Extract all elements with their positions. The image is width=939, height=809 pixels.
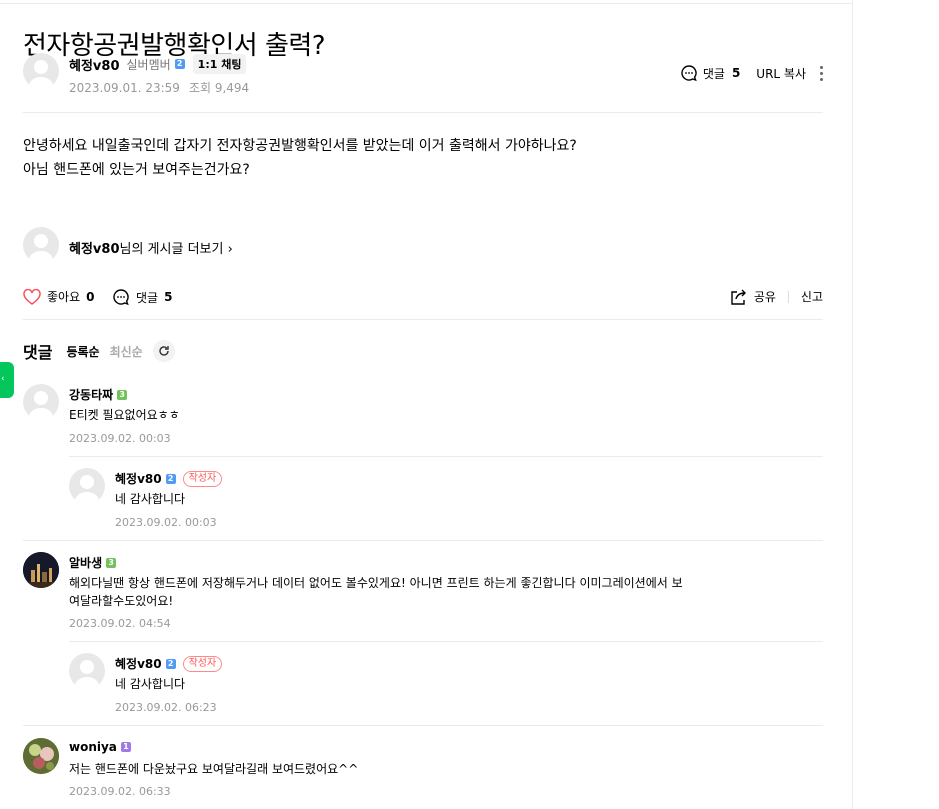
like-button[interactable]: 좋아요 0 (23, 288, 94, 305)
divider (23, 540, 823, 541)
comment-icon (681, 65, 697, 82)
comment-icon (113, 289, 129, 306)
actions-comment-count: 5 (164, 290, 173, 304)
level-badge: 2 (165, 473, 176, 484)
share-button[interactable]: 공유 (754, 288, 776, 305)
comment-date: 2023.09.02. 00:03 (69, 432, 171, 445)
default-avatar-icon (75, 475, 99, 504)
level-badge: 2 (165, 658, 176, 669)
commenter-name-row: 혜정v80 2 작성자 (115, 470, 223, 487)
comment-date: 2023.09.02. 04:54 (69, 617, 171, 630)
default-avatar-icon (29, 234, 53, 263)
side-floating-tab[interactable]: ‹ (0, 362, 14, 398)
commenter-avatar[interactable] (69, 468, 105, 504)
commenter-name-row: woniya 1 (69, 740, 131, 754)
more-vertical-icon[interactable] (820, 65, 823, 81)
commenter-name-row: 알바생 3 (69, 554, 117, 571)
post-actions: 좋아요 0 댓글 5 공유 신고 (23, 288, 823, 308)
post-views: 조회 9,494 (188, 81, 250, 95)
comment-text-line: 여달라할수도있어요! (69, 594, 174, 608)
commenter-nick[interactable]: woniya (69, 740, 117, 754)
comment-date: 2023.09.02. 06:33 (69, 785, 171, 798)
commenter-nick[interactable]: 알바생 (69, 554, 102, 571)
chat-button[interactable]: 1:1 채팅 (192, 54, 247, 74)
like-label: 좋아요 (47, 290, 81, 304)
content-line: 안녕하세요 내일출국인데 갑자기 전자항공권발행확인서를 받았는데 이거 출력해… (23, 138, 577, 154)
post-meta: 2023.09.01. 23:59 조회 9,494 (69, 79, 249, 96)
url-copy-button[interactable]: URL 복사 (756, 65, 806, 82)
commenter-avatar[interactable] (69, 653, 105, 689)
level-badge: 2 (174, 59, 185, 69)
default-avatar-icon (75, 660, 99, 689)
right-pane-border (852, 0, 853, 809)
comments-header: 댓글 등록순 최신순 (23, 339, 175, 363)
more-posts-nick: 혜정v80 (69, 242, 120, 257)
commenter-name-row: 혜정v80 2 작성자 (115, 655, 223, 672)
more-posts-link[interactable]: 혜정v80님의 게시글 더보기 › (69, 238, 233, 257)
refresh-icon (159, 346, 169, 356)
commenter-avatar[interactable] (23, 552, 59, 588)
separator (787, 290, 789, 303)
report-button[interactable]: 신고 (801, 288, 823, 305)
divider (69, 456, 823, 457)
divider (23, 319, 823, 320)
comment-date: 2023.09.02. 00:03 (115, 516, 217, 529)
level-badge: 3 (106, 557, 117, 568)
share-report-group: 공유 신고 (730, 288, 823, 305)
commenter-avatar[interactable] (23, 738, 59, 774)
toolbar-comment-count: 5 (731, 66, 741, 80)
comment-text: 네 감사합니다 (115, 492, 186, 506)
level-badge: 1 (120, 742, 131, 752)
actions-comment-label: 댓글 (136, 290, 159, 305)
heart-icon (23, 288, 41, 305)
divider (23, 725, 823, 726)
sort-registered[interactable]: 등록순 (66, 343, 99, 360)
comments-title: 댓글 (23, 343, 53, 362)
divider (23, 112, 823, 113)
divider (69, 641, 823, 642)
post-content: 안녕하세요 내일출국인데 갑자기 전자항공권발행확인서를 받았는데 이거 출력해… (23, 134, 577, 182)
toolbar-comment-link[interactable]: 댓글 5 (680, 64, 740, 82)
share-icon[interactable] (730, 289, 748, 305)
default-avatar-icon (29, 60, 53, 89)
writer-badge: 작성자 (182, 470, 223, 487)
side-tab-glyph: ‹ (1, 374, 5, 384)
commenter-nick[interactable]: 혜정v80 (115, 655, 162, 672)
content-line: 아님 핸드폰에 있는거 보여주는건가요? (23, 162, 250, 178)
comment-text: E티켓 필요없어요ㅎㅎ (69, 408, 180, 422)
sort-latest[interactable]: 최신순 (110, 343, 143, 360)
writer-badge: 작성자 (182, 655, 223, 672)
commenter-avatar[interactable] (23, 384, 59, 420)
author-grade: 실버멤버 (126, 57, 171, 72)
post-toolbar: 댓글 5 URL 복사 (680, 64, 823, 82)
level-badge: 3 (117, 389, 128, 400)
comment-text: 네 감사합니다 (115, 677, 186, 691)
commenter-nick[interactable]: 강동타짜 (69, 386, 113, 403)
toolbar-comment-label: 댓글 (702, 66, 725, 81)
author-nick[interactable]: 혜정v80 (69, 55, 120, 74)
more-posts-label: 님의 게시글 더보기 (119, 242, 224, 257)
commenter-nick[interactable]: 혜정v80 (115, 470, 162, 487)
night-city-avatar-icon (23, 552, 59, 588)
top-divider (0, 3, 853, 4)
comment-text: 저는 핸드폰에 다운놨구요 보여달라길래 보여드렸어요^^ (69, 762, 359, 776)
post-date: 2023.09.01. 23:59 (69, 81, 180, 95)
chevron-right-icon: › (227, 242, 233, 257)
default-avatar-icon (29, 391, 53, 420)
author-avatar-small[interactable] (23, 227, 59, 263)
like-count: 0 (86, 289, 95, 304)
comment-text-line: 해외다닐땐 항상 핸드폰에 저장해두거나 데이터 없어도 볼수있게요! 아니면 … (69, 576, 683, 590)
refresh-button[interactable] (152, 340, 175, 362)
comment-date: 2023.09.02. 06:23 (115, 701, 217, 714)
commenter-name-row: 강동타짜 3 (69, 386, 128, 403)
author-row: 혜정v80 실버멤버 2 1:1 채팅 (69, 54, 247, 74)
flower-avatar-icon (23, 738, 59, 774)
comment-text: 해외다닐땐 항상 핸드폰에 저장해두거나 데이터 없어도 볼수있게요! 아니면 … (69, 574, 683, 610)
comment-count-button[interactable]: 댓글 5 (112, 288, 172, 306)
author-avatar[interactable] (23, 53, 59, 89)
